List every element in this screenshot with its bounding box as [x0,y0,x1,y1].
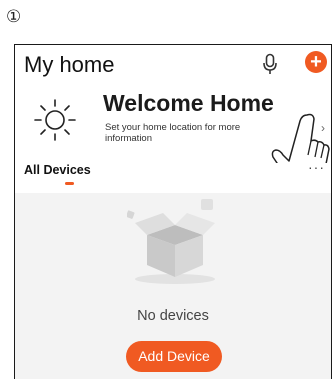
sun-icon [34,99,76,141]
more-icon[interactable]: ··· [308,159,325,175]
welcome-card[interactable]: Welcome Home Set your home location for … [15,85,331,184]
tab-bar: All Devices ··· [15,159,331,193]
tab-all-devices[interactable]: All Devices [24,163,91,177]
empty-state-message: No devices [137,308,209,324]
empty-box-icon [127,199,215,284]
header: My home + [15,45,331,85]
tab-indicator [65,182,74,185]
add-device-button[interactable]: Add Device [126,341,222,372]
app-screen: My home + Welcome Home Set your home loc… [14,44,332,379]
home-title[interactable]: My home [24,52,114,78]
add-icon[interactable]: + [305,51,327,73]
welcome-title: Welcome Home [103,90,274,116]
step-marker: ① [6,7,22,27]
microphone-icon[interactable] [262,53,278,75]
welcome-subtitle: Set your home location for more informat… [105,122,241,144]
